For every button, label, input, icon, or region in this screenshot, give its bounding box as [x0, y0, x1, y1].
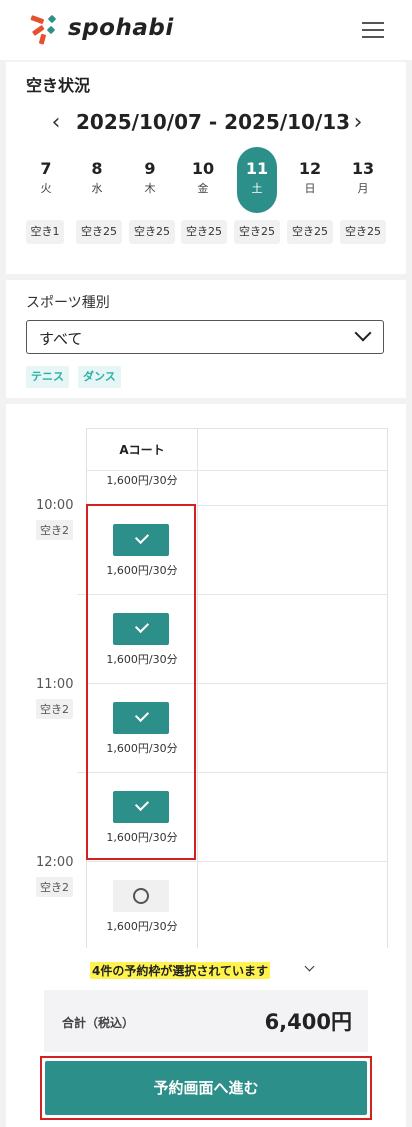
selected-slots-outline: [86, 504, 196, 860]
availability-card: 空き状況 ‹ 2025/10/07 - 2025/10/13 › 7火 8水 9…: [6, 62, 406, 274]
sport-filter-card: スポーツ種別 すべて テニス ダンス: [6, 280, 406, 398]
availability-counts: 空き1 空き25 空き25 空き25 空き25 空き25 空き25: [26, 220, 396, 246]
slot-price: 1,600円/30分: [106, 474, 178, 487]
availability-title: 空き状況: [26, 76, 91, 95]
day-8[interactable]: 8水: [77, 147, 117, 213]
sport-type-select[interactable]: すべて: [26, 320, 384, 354]
day-selector: 7火 8水 9木 10 金 11 土 12 日 13 月: [26, 147, 396, 217]
brand-name: spohabi: [68, 15, 174, 41]
court-header: Aコート: [119, 443, 165, 457]
date-range: 2025/10/07 - 2025/10/13: [76, 110, 351, 134]
time-label: 12:00: [36, 855, 74, 870]
time-avail-badge: 空き2: [36, 520, 73, 540]
avail-badge: 空き25: [287, 220, 333, 244]
day-9[interactable]: 9木: [130, 147, 170, 213]
day-13[interactable]: 13 月: [343, 147, 383, 213]
avail-badge: 空き25: [129, 220, 175, 244]
day-10[interactable]: 10 金: [183, 147, 223, 213]
total-box: 合計（税込） 6,400円: [44, 990, 368, 1052]
proceed-to-booking-button[interactable]: 予約画面へ進む: [45, 1061, 367, 1115]
sport-type-label: スポーツ種別: [26, 295, 110, 311]
time-avail-badge: 空き2: [36, 877, 73, 897]
hamburger-menu-icon[interactable]: [362, 22, 384, 38]
avail-badge: 空き1: [26, 220, 64, 244]
booking-footer: 4件の予約枠が選択されています 合計（税込） 6,400円 予約画面へ進む: [6, 948, 406, 1127]
time-slot-1200: 1,600円/30分: [87, 862, 197, 950]
time-label: 10:00: [36, 498, 74, 513]
sport-tag-dance[interactable]: ダンス: [78, 366, 121, 388]
circle-icon: [133, 888, 149, 904]
selection-notice[interactable]: 4件の予約枠が選択されています: [90, 962, 270, 979]
sport-tag-tennis[interactable]: テニス: [26, 366, 69, 388]
avail-badge: 空き25: [234, 220, 280, 244]
avail-badge: 空き25: [76, 220, 122, 244]
day-12[interactable]: 12 日: [290, 147, 330, 213]
proceed-button-outline: 予約画面へ進む: [40, 1056, 372, 1120]
total-value: 6,400円: [264, 1010, 352, 1034]
avail-badge: 空き25: [181, 220, 227, 244]
time-label: 11:00: [36, 677, 74, 692]
total-label: 合計（税込）: [62, 1016, 135, 1030]
next-week-chevron-icon[interactable]: ›: [346, 110, 370, 136]
time-avail-badge: 空き2: [36, 699, 73, 719]
day-7[interactable]: 7火: [26, 147, 66, 213]
chevron-down-icon: [354, 324, 372, 342]
prev-week-chevron-icon[interactable]: ‹: [44, 110, 68, 136]
day-11-selected[interactable]: 11 土: [237, 147, 277, 213]
slot-price: 1,600円/30分: [106, 920, 178, 933]
schedule-card: Aコート 1,600円/30分 1,600円/30分 1,600円/30分 1,…: [6, 404, 406, 964]
spohabi-logo-icon[interactable]: [28, 14, 62, 46]
chevron-down-icon[interactable]: [304, 961, 315, 972]
app-header: spohabi: [0, 0, 412, 60]
slot-open-button[interactable]: [113, 880, 169, 912]
avail-badge: 空き25: [340, 220, 386, 244]
sport-type-value: すべて: [39, 330, 83, 348]
